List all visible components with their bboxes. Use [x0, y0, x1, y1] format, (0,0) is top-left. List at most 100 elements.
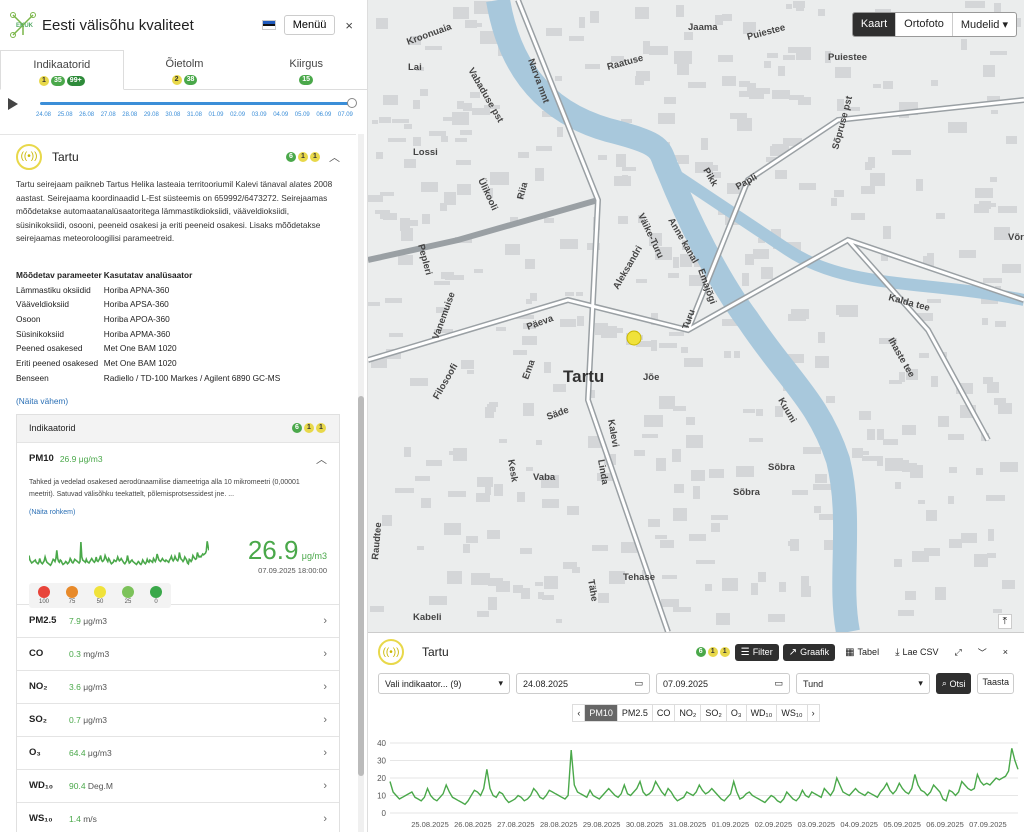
- indicator-value: 0.7 μg/m3: [69, 715, 323, 725]
- indicator-select[interactable]: Vali indikaator... (9) ▾: [378, 673, 510, 694]
- timeline-tick[interactable]: 30.08: [165, 112, 180, 118]
- badge: 6: [292, 423, 302, 434]
- timeline-tick[interactable]: 06.09: [316, 112, 331, 118]
- station-header[interactable]: ((•)) Tartu 6 1 1 ︿: [0, 134, 356, 178]
- table-button[interactable]: ▦ Tabel: [839, 644, 885, 661]
- pm10-title-row[interactable]: PM10 26.9 μg/m3 ︿: [29, 451, 327, 467]
- chevron-right-icon[interactable]: ›: [323, 681, 327, 693]
- expand-up-icon[interactable]: ⤒: [997, 614, 1012, 629]
- estonian-flag-icon[interactable]: [261, 20, 276, 30]
- scale-dot-icon: [38, 585, 50, 598]
- csv-button[interactable]: ⤓ Lae CSV: [889, 644, 944, 661]
- search-button[interactable]: ⌕ Otsi: [935, 673, 972, 694]
- show-less-link[interactable]: (Näita vähem): [0, 386, 356, 414]
- chevron-down-icon[interactable]: ﹀: [972, 643, 993, 662]
- chevron-left-icon[interactable]: ‹: [572, 704, 586, 722]
- tab-indicators[interactable]: Indikaatorid 1 35 99+: [0, 50, 124, 90]
- timeline-track[interactable]: [40, 102, 353, 105]
- menu-button[interactable]: Menüü: [283, 15, 336, 35]
- interval-select[interactable]: Tund ▾: [795, 673, 930, 694]
- street-label: Jõe: [643, 372, 659, 383]
- timeline-tick[interactable]: 26.08: [79, 112, 94, 118]
- play-icon[interactable]: [8, 98, 18, 110]
- map-layer-switcher: Kaart Ortofoto Mudelid ▾: [851, 12, 1017, 37]
- param-tab[interactable]: SO₂: [701, 704, 727, 722]
- timeline-tick[interactable]: 04.09: [273, 112, 288, 118]
- param-tab[interactable]: PM10: [585, 704, 618, 722]
- tab-pollen[interactable]: Õietolm 2 38: [124, 50, 246, 89]
- timeline-tick[interactable]: 24.08: [36, 112, 51, 118]
- logo[interactable]: EKUK: [10, 12, 36, 38]
- button-label: Tabel: [857, 647, 880, 657]
- graph-button[interactable]: ↗ Graafik: [782, 643, 836, 661]
- chevron-up-icon[interactable]: ︿: [329, 149, 340, 165]
- scale-item: 100: [35, 585, 53, 605]
- date-from-input[interactable]: 24.08.2025 ▭: [516, 673, 650, 694]
- scale-label: 50: [96, 598, 104, 605]
- close-icon[interactable]: ×: [341, 18, 357, 33]
- indicators-title: Indikaatorid: [29, 423, 76, 434]
- x-tick-label: 07.09.2025: [969, 820, 1007, 829]
- current-value-number: 26.9: [247, 534, 299, 565]
- timeline-tick[interactable]: 28.08: [122, 112, 137, 118]
- param-tab[interactable]: NO₂: [675, 704, 702, 722]
- timeline-slider-handle[interactable]: [347, 98, 357, 108]
- timeline-tick[interactable]: 01.09: [209, 112, 224, 118]
- indicator-row[interactable]: PM2.5 7.9 μg/m3 ›: [17, 604, 339, 638]
- chevron-right-icon[interactable]: ›: [323, 747, 327, 759]
- timeline-tick[interactable]: 07.09: [338, 112, 353, 118]
- param-tab[interactable]: O₃: [726, 704, 747, 722]
- timeline-tick[interactable]: 29.08: [144, 112, 159, 118]
- close-icon[interactable]: ×: [997, 644, 1014, 660]
- map[interactable]: Tartu Narva mnt Vabaduse pst Riia Kalevi Ema…: [368, 0, 1024, 632]
- chevron-right-icon[interactable]: ›: [323, 615, 327, 627]
- chevron-right-icon[interactable]: ›: [323, 714, 327, 726]
- indicator-row[interactable]: NO₂ 3.6 μg/m3 ›: [17, 670, 339, 704]
- timeline-tick[interactable]: 25.08: [58, 112, 73, 118]
- indicator-value: 0.3 mg/m3: [69, 649, 323, 659]
- station-signal-icon: ((•)): [16, 143, 42, 170]
- param-tab[interactable]: PM2.5: [617, 704, 653, 722]
- param-tab[interactable]: WS₁₀: [777, 704, 808, 722]
- chevron-right-icon[interactable]: ›: [323, 780, 327, 792]
- indicator-row[interactable]: O₃ 64.4 μg/m3 ›: [17, 736, 339, 770]
- badge: 15: [299, 75, 314, 85]
- parameters-table: Mõõdetav parameeter Kasutatav analüsaato…: [0, 246, 356, 386]
- date-to-input[interactable]: 07.09.2025 ▭: [655, 673, 790, 694]
- button-label: Graafik: [800, 647, 830, 657]
- station-marker[interactable]: [626, 330, 642, 346]
- x-tick-label: 02.09.2025: [755, 820, 793, 829]
- indicator-name: WD₁₀: [29, 780, 54, 792]
- scrollbar-thumb[interactable]: [358, 396, 364, 776]
- reset-button[interactable]: Taasta: [977, 673, 1014, 694]
- map-layer-mudelid[interactable]: Mudelid ▾: [953, 13, 1016, 36]
- map-layer-ortofoto[interactable]: Ortofoto: [896, 13, 953, 36]
- station-signal-icon: ((•)): [378, 639, 404, 665]
- y-tick-label: 0: [382, 809, 387, 818]
- timeline-tick[interactable]: 03.09: [252, 112, 267, 118]
- chevron-right-icon[interactable]: ›: [807, 704, 820, 722]
- table-row: Vääveldioksiid Horiba APSA-360: [16, 297, 284, 312]
- filter-button[interactable]: ☰ Filter: [734, 643, 779, 661]
- map-layer-kaart[interactable]: Kaart: [852, 13, 897, 36]
- indicator-row[interactable]: WD₁₀ 90.4 Deg.M ›: [17, 769, 339, 803]
- indicator-row[interactable]: WS₁₀ 1.4 m/s ›: [17, 802, 339, 832]
- chevron-right-icon[interactable]: ›: [323, 648, 327, 660]
- indicator-row[interactable]: SO₂ 0.7 μg/m3 ›: [17, 703, 339, 737]
- param-tab[interactable]: WD₁₀: [746, 704, 778, 722]
- chevron-up-icon[interactable]: ︿: [316, 451, 327, 467]
- map-canvas[interactable]: Tartu Narva mntVabaduse pstRiiaKaleviEma…: [368, 0, 1024, 632]
- scrollbar[interactable]: [358, 134, 364, 832]
- chevron-right-icon[interactable]: ›: [323, 813, 327, 825]
- timeline-tick[interactable]: 27.08: [101, 112, 116, 118]
- timeline-tick[interactable]: 31.08: [187, 112, 202, 118]
- param-tab[interactable]: CO: [652, 704, 676, 722]
- scale-label: 25: [124, 598, 132, 605]
- indicator-row[interactable]: CO 0.3 mg/m3 ›: [17, 637, 339, 671]
- timeline-tick[interactable]: 02.09: [230, 112, 245, 118]
- fullscreen-icon[interactable]: ⤢: [949, 644, 968, 661]
- tab-radiation[interactable]: Kiirgus 15: [245, 50, 367, 89]
- timeline-tick[interactable]: 05.09: [295, 112, 310, 118]
- scale-item: 75: [63, 585, 81, 605]
- show-more-link[interactable]: (Näita rohkem): [29, 509, 327, 516]
